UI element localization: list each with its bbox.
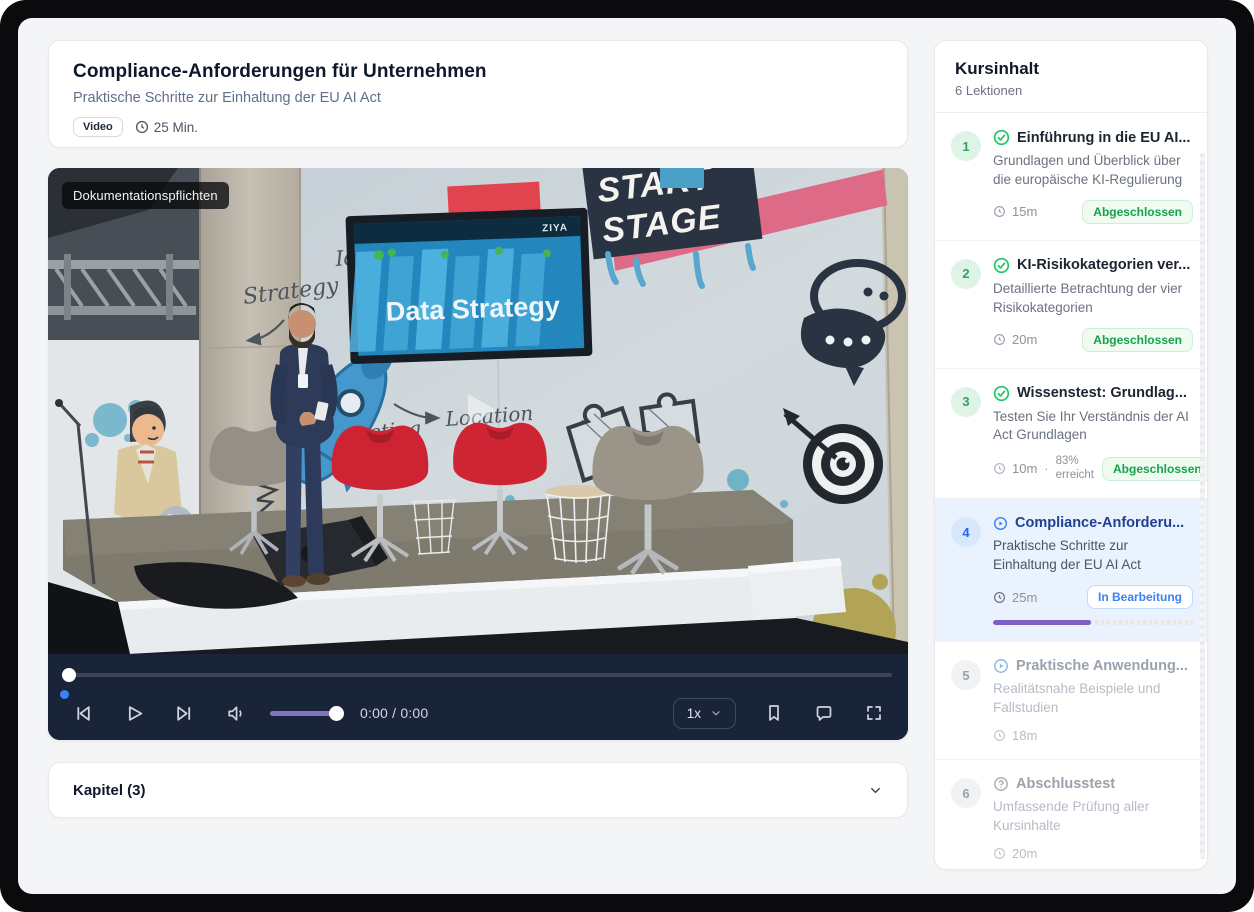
lesson-duration: 20m (1012, 846, 1037, 861)
lesson-title: KI-Risikokategorien ver... (1017, 257, 1190, 273)
lesson-description: Umfassende Prüfung aller Kursinhalte (993, 798, 1193, 836)
speaker-icon (225, 703, 246, 724)
lesson-header-card: Compliance-Anforderungen für Unternehmen… (48, 40, 908, 148)
video-scene[interactable]: HANNOVER MESSE Strategy Ideas Location M… (48, 168, 908, 654)
chevron-down-icon (710, 707, 722, 719)
sidebar-lesson-count: 6 Lektionen (955, 83, 1187, 98)
lesson-duration: 18m (1012, 728, 1037, 743)
video-type-badge: Video (73, 117, 123, 137)
play-button[interactable] (117, 697, 150, 730)
next-button[interactable] (168, 697, 201, 730)
lesson-number: 5 (951, 660, 981, 690)
chevron-down-icon (868, 783, 883, 798)
meta-separator: · (1044, 461, 1048, 476)
lesson-description: Praktische Schritte zur Einhaltung der E… (993, 537, 1193, 575)
question-circle-icon (993, 776, 1009, 792)
current-chapter-chip: Dokumentationspflichten (62, 182, 229, 209)
lesson-number: 6 (951, 778, 981, 808)
sidebar-title: Kursinhalt (955, 59, 1187, 79)
playback-speed-button[interactable]: 1x (673, 698, 736, 729)
lesson-title: Wissenstest: Grundlag... (1017, 385, 1187, 401)
volume-slider[interactable] (270, 706, 342, 720)
lesson-progress-fill (993, 620, 1091, 625)
lesson-number: 1 (951, 131, 981, 161)
lesson-number: 3 (951, 387, 981, 417)
lesson-description: Testen Sie Ihr Verständnis der AI Act Gr… (993, 408, 1193, 446)
status-badge: In Bearbeitung (1087, 585, 1193, 609)
check-circle-icon (993, 129, 1010, 146)
course-content-sidebar: Kursinhalt 6 Lektionen 1 Einführung in d… (934, 40, 1208, 870)
clock-icon (993, 333, 1006, 346)
lesson-duration: 20m (1012, 332, 1037, 347)
sidebar-scrollbar[interactable] (1200, 153, 1205, 859)
time-display: 0:00 / 0:00 (360, 705, 428, 721)
clock-icon (993, 847, 1006, 860)
seek-thumb[interactable] (62, 668, 76, 682)
lesson-description: Grundlagen und Überblick über die europä… (993, 152, 1193, 190)
lesson-duration: 25m (1012, 590, 1037, 605)
lesson-item-4-active[interactable]: 4 Compliance-Anforderu... Praktische Sch… (935, 499, 1207, 642)
lesson-item-6[interactable]: 6 Abschlusstest Umfassende Prüfung aller… (935, 760, 1207, 870)
fullscreen-button[interactable] (858, 697, 890, 729)
lesson-duration: 25 Min. (135, 120, 198, 135)
clock-icon (135, 120, 149, 134)
status-badge: Abgeschlossen (1102, 457, 1208, 481)
status-badge: Abgeschlossen (1082, 200, 1193, 224)
video-screen-title: Data Strategy (385, 291, 560, 327)
lesson-duration: 10m (1012, 461, 1037, 476)
lesson-title: Abschlusstest (1016, 776, 1115, 792)
clock-icon (993, 462, 1006, 475)
seek-bar[interactable] (64, 668, 892, 682)
bookmark-icon (764, 703, 784, 723)
lesson-progress-bar (993, 620, 1193, 625)
quiz-score: 83% erreicht (1056, 455, 1094, 482)
volume-button[interactable] (219, 697, 252, 730)
clock-icon (993, 729, 1006, 742)
bookmark-button[interactable] (758, 697, 790, 729)
status-badge: Abgeschlossen (1082, 328, 1193, 352)
video-screen-brand: ZIYA (542, 222, 568, 234)
comment-icon (814, 703, 834, 723)
lesson-description: Detaillierte Betrachtung der vier Risiko… (993, 280, 1193, 318)
lesson-item-2[interactable]: 2 KI-Risikokategorien ver... Detailliert… (935, 241, 1207, 369)
lesson-description: Realitätsnahe Beispiele und Fallstudien (993, 680, 1193, 718)
previous-button[interactable] (66, 697, 99, 730)
lesson-item-3[interactable]: 3 Wissenstest: Grundlag... Testen Sie Ih… (935, 369, 1207, 500)
window-frame: Compliance-Anforderungen für Unternehmen… (0, 0, 1254, 912)
lesson-duration: 15m (1012, 204, 1037, 219)
speed-value: 1x (687, 706, 701, 721)
page-background: Compliance-Anforderungen für Unternehmen… (18, 18, 1236, 894)
seek-track[interactable] (64, 673, 892, 677)
sidebar-header: Kursinhalt 6 Lektionen (935, 41, 1207, 113)
page-subtitle: Praktische Schritte zur Einhaltung der E… (73, 90, 883, 106)
check-circle-icon (993, 257, 1010, 274)
lesson-number: 2 (951, 259, 981, 289)
video-frame-illustration: HANNOVER MESSE Strategy Ideas Location M… (48, 168, 908, 654)
clock-icon (993, 591, 1006, 604)
lesson-item-5[interactable]: 5 Praktische Anwendung... Realitätsnahe … (935, 642, 1207, 760)
check-circle-icon (993, 385, 1010, 402)
chapters-accordion[interactable]: Kapitel (3) (48, 762, 908, 818)
lesson-number: 4 (951, 517, 981, 547)
lesson-title: Praktische Anwendung... (1016, 658, 1188, 674)
lesson-item-1[interactable]: 1 Einführung in die EU AI... Grundlagen … (935, 113, 1207, 241)
play-circle-icon (993, 658, 1009, 674)
play-circle-icon (993, 516, 1008, 531)
page-title: Compliance-Anforderungen für Unternehmen (73, 61, 883, 83)
player-controls: 0:00 / 0:00 1x (48, 654, 908, 740)
fullscreen-icon (864, 703, 884, 723)
video-player[interactable]: HANNOVER MESSE Strategy Ideas Location M… (48, 168, 908, 740)
volume-thumb[interactable] (329, 706, 344, 721)
comments-button[interactable] (808, 697, 840, 729)
clock-icon (993, 205, 1006, 218)
lesson-title: Einführung in die EU AI... (1017, 130, 1190, 146)
chapters-label: Kapitel (3) (73, 782, 146, 799)
lesson-title: Compliance-Anforderu... (1015, 515, 1184, 531)
